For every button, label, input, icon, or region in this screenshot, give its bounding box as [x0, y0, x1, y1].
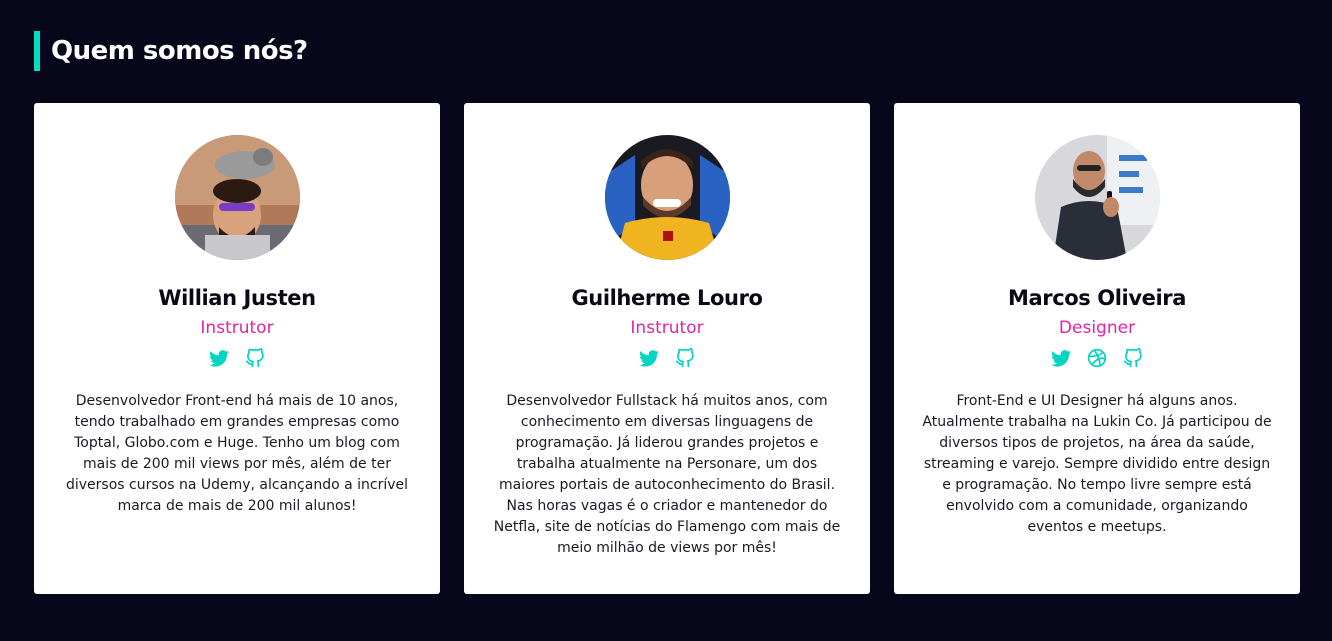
team-card-marcos: Marcos Oliveira Designer Front-End e UI … — [894, 103, 1300, 594]
avatar — [1034, 135, 1160, 260]
member-name: Willian Justen — [158, 286, 316, 310]
social-links — [639, 347, 695, 369]
member-bio: Desenvolvedor Fullstack há muitos anos, … — [493, 393, 841, 556]
member-role: Instrutor — [200, 318, 274, 338]
twitter-icon[interactable] — [639, 348, 659, 368]
github-icon[interactable] — [675, 348, 695, 368]
member-role: Instrutor — [630, 318, 704, 338]
github-icon[interactable] — [1123, 348, 1143, 368]
twitter-icon[interactable] — [209, 348, 229, 368]
team-card-willian: Willian Justen Instrutor Desenvolvedor F… — [34, 103, 440, 594]
member-bio: Desenvolvedor Front-end há mais de 10 an… — [65, 393, 409, 514]
title-accent-bar — [34, 31, 40, 71]
team-cards: Willian Justen Instrutor Desenvolvedor F… — [34, 103, 1300, 594]
section-title: Quem somos nós? — [34, 31, 308, 71]
twitter-icon[interactable] — [1051, 348, 1071, 368]
member-bio: Front-End e UI Designer há alguns anos. … — [922, 393, 1272, 535]
github-icon[interactable] — [245, 348, 265, 368]
social-links — [209, 347, 265, 369]
avatar — [174, 135, 300, 260]
dribbble-icon[interactable] — [1087, 348, 1107, 368]
avatar — [604, 135, 730, 260]
social-links — [1051, 347, 1143, 369]
member-role: Designer — [1058, 318, 1136, 338]
team-card-guilherme: Guilherme Louro Instrutor Desenvolvedor … — [464, 103, 870, 594]
member-name: Guilherme Louro — [571, 286, 763, 310]
page-title: Quem somos nós? — [51, 36, 308, 66]
member-name: Marcos Oliveira — [1007, 286, 1187, 310]
